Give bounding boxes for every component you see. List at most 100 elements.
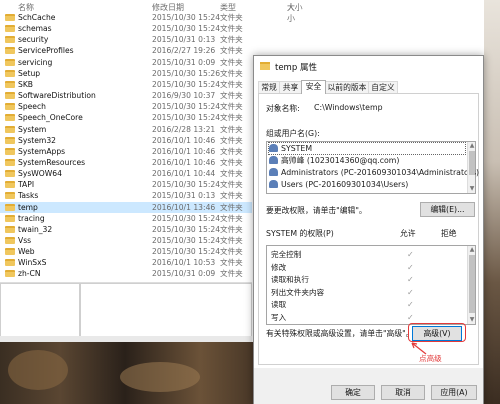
- file-row[interactable]: SystemResources 2016/10/1 10:46 文件夹: [0, 157, 252, 168]
- dialog-titlebar[interactable]: temp 属性: [254, 56, 483, 78]
- horizontal-scrollbar[interactable]: [0, 336, 252, 342]
- background-photo-edge: [484, 0, 500, 404]
- edit-button[interactable]: 编辑(E)...: [420, 202, 475, 217]
- group-item-label: Administrators (PC-201609301034\Administ…: [281, 168, 480, 177]
- folder-icon: [5, 103, 15, 111]
- file-row[interactable]: WinSxS 2016/10/1 10:53 文件夹: [0, 257, 252, 268]
- file-name: twain_32: [18, 224, 53, 234]
- group-item-users[interactable]: Users (PC-201609301034\Users): [269, 179, 408, 190]
- scroll-up-icon[interactable]: ▲: [468, 246, 476, 254]
- file-row[interactable]: Speech_OneCore 2015/10/30 15:24 文件夹: [0, 112, 252, 123]
- cancel-button[interactable]: 取消: [381, 385, 425, 400]
- folder-icon: [5, 147, 15, 155]
- file-type: 文件夹: [220, 224, 243, 234]
- file-type: 文件夹: [220, 269, 243, 279]
- scroll-down-icon[interactable]: ▼: [468, 185, 476, 193]
- file-name: SystemResources: [18, 157, 86, 167]
- scroll-down-icon[interactable]: ▼: [468, 316, 476, 324]
- scroll-thumb[interactable]: [469, 151, 475, 175]
- file-row[interactable]: twain_32 2015/10/30 15:24 文件夹: [0, 224, 252, 235]
- file-name: temp: [18, 202, 38, 212]
- file-date: 2015/10/30 15:24: [152, 24, 221, 34]
- file-date: 2016/9/30 10:37: [152, 91, 216, 101]
- file-row[interactable]: Tasks 2015/10/31 0:13 文件夹: [0, 190, 252, 201]
- file-date: 2015/10/31 0:13: [152, 35, 216, 45]
- allow-check-icon: ✓: [407, 275, 414, 284]
- file-row[interactable]: SchCache 2015/10/30 15:24 文件夹: [0, 12, 252, 23]
- folder-icon: [5, 92, 15, 100]
- file-type: 文件夹: [220, 213, 243, 223]
- allow-check-icon: ✓: [407, 250, 414, 259]
- tab-security[interactable]: 安全: [301, 80, 326, 94]
- file-type: 文件夹: [220, 247, 243, 257]
- file-row[interactable]: System 2016/2/28 13:21 文件夹: [0, 124, 252, 135]
- file-row[interactable]: schemas 2015/10/30 15:24 文件夹: [0, 23, 252, 34]
- folder-icon: [5, 47, 15, 55]
- dialog-title: temp 属性: [275, 63, 317, 73]
- file-type: 文件夹: [220, 35, 243, 45]
- file-name: zh-CN: [18, 269, 41, 279]
- permission-row: 完全控制: [271, 250, 302, 259]
- group-item-administrators[interactable]: Administrators (PC-201609301034\Administ…: [269, 167, 479, 178]
- file-row[interactable]: servicing 2015/10/31 0:09 文件夹: [0, 57, 252, 68]
- file-date: 2015/10/30 15:24: [152, 247, 221, 257]
- allow-check-icon: ✓: [407, 300, 414, 309]
- file-row[interactable]: System32 2016/10/1 10:46 文件夹: [0, 135, 252, 146]
- group-item-system[interactable]: SYSTEM: [268, 142, 466, 155]
- file-row[interactable]: tracing 2015/10/30 15:24 文件夹: [0, 213, 252, 224]
- file-name: Vss: [18, 236, 32, 245]
- group-item-user[interactable]: 高帅峰 (1023014360@qq.com): [269, 155, 399, 166]
- folder-icon: [5, 158, 15, 166]
- file-type: 文件夹: [220, 46, 243, 56]
- apply-button[interactable]: 应用(A): [431, 385, 477, 400]
- folder-icon: [5, 36, 15, 44]
- group-item-label: SYSTEM: [281, 144, 313, 153]
- file-date: 2016/10/1 10:46: [152, 135, 216, 145]
- file-row[interactable]: ServiceProfiles 2016/2/27 19:26 文件夹: [0, 45, 252, 56]
- file-row[interactable]: zh-CN 2015/10/31 0:09 文件夹: [0, 268, 252, 279]
- group-user-list[interactable]: SYSTEM 高帅峰 (1023014360@qq.com) Administr…: [266, 141, 479, 194]
- file-date: 2016/10/1 10:53: [152, 258, 216, 268]
- file-date: 2016/10/1 10:46: [152, 157, 216, 167]
- file-row[interactable]: Setup 2015/10/30 15:26 文件夹: [0, 68, 252, 79]
- file-row[interactable]: SystemApps 2016/10/1 10:46 文件夹: [0, 146, 252, 157]
- file-row[interactable]: Speech 2015/10/30 15:24 文件夹: [0, 101, 252, 112]
- file-name: Web: [18, 247, 35, 257]
- file-row[interactable]: Vss 2015/10/30 15:24 文件夹: [0, 235, 252, 246]
- file-row[interactable]: temp 2016/10/1 13:46 文件夹: [0, 201, 252, 213]
- panel-cell: [80, 283, 252, 339]
- folder-icon: [5, 69, 15, 77]
- folder-icon: [5, 192, 15, 200]
- folder-icon: [5, 125, 15, 133]
- file-row[interactable]: Web 2015/10/30 15:24 文件夹: [0, 246, 252, 257]
- file-name: schemas: [18, 24, 52, 34]
- file-type: 文件夹: [220, 57, 243, 67]
- permission-list[interactable]: ▲ ▼ 完全控制 ✓ 修改 ✓ 读取和执行 ✓ 列出文件夹内容 ✓ 读取 ✓ 写入 ✓: [266, 245, 476, 325]
- scroll-thumb[interactable]: [469, 255, 475, 313]
- file-row[interactable]: SysWOW64 2016/10/1 10:44 文件夹: [0, 168, 252, 179]
- bottom-panel: [0, 282, 252, 342]
- folder-icon: [5, 270, 15, 278]
- object-name-value: C:\Windows\temp: [314, 103, 383, 112]
- folder-icon: [5, 170, 15, 178]
- file-type: 文件夹: [220, 169, 243, 179]
- permissions-header: SYSTEM 的权限(P): [266, 229, 334, 238]
- file-date: 2015/10/31 0:09: [152, 57, 216, 67]
- scroll-up-icon[interactable]: ▲: [468, 142, 476, 150]
- file-date: 2015/10/30 15:24: [152, 79, 221, 89]
- group-list-scrollbar[interactable]: ▲ ▼: [467, 142, 475, 193]
- file-row[interactable]: SoftwareDistribution 2016/9/30 10:37 文件夹: [0, 90, 252, 101]
- file-type: 文件夹: [220, 91, 243, 101]
- file-type: 文件夹: [220, 68, 243, 78]
- group-item-label: Users (PC-201609301034\Users): [281, 180, 409, 189]
- permission-list-scrollbar[interactable]: ▲ ▼: [467, 246, 475, 324]
- file-name: Speech: [18, 102, 46, 112]
- file-type: 文件夹: [220, 146, 243, 156]
- groups-label: 组或用户名(G):: [266, 129, 320, 138]
- file-type: 文件夹: [220, 124, 243, 134]
- file-row[interactable]: TAPI 2015/10/30 15:24 文件夹: [0, 179, 252, 190]
- column-size-header[interactable]: 大小: [287, 2, 303, 13]
- file-row[interactable]: security 2015/10/31 0:13 文件夹: [0, 34, 252, 45]
- ok-button[interactable]: 确定: [331, 385, 375, 400]
- file-row[interactable]: SKB 2015/10/30 15:24 文件夹: [0, 79, 252, 90]
